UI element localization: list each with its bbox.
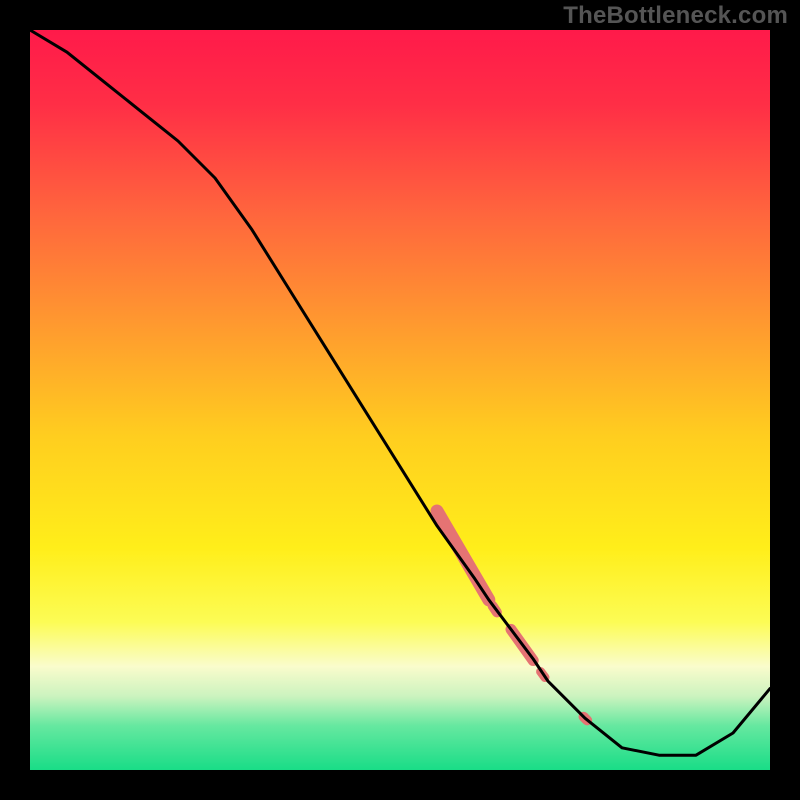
watermark-text: TheBottleneck.com — [563, 2, 788, 30]
chart-svg — [0, 0, 800, 800]
plot-background — [30, 30, 770, 770]
chart-container: TheBottleneck.com — [0, 0, 800, 800]
